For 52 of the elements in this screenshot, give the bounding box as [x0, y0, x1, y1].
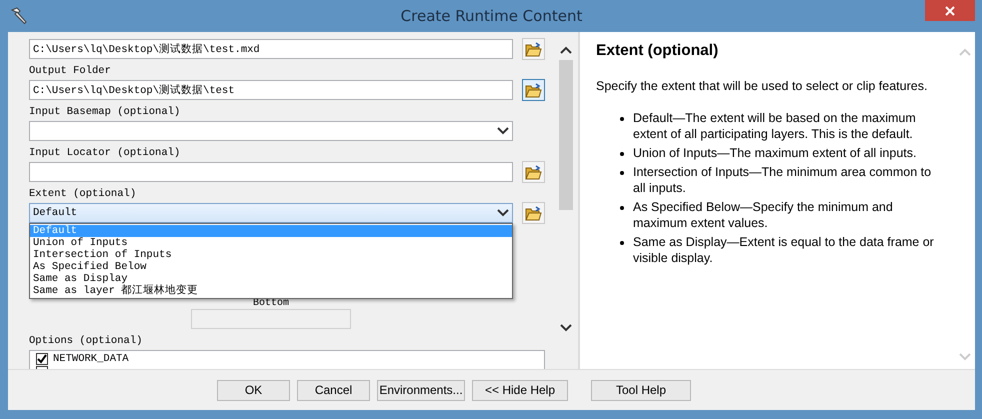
dialog-button[interactable]: Cancel [297, 380, 370, 400]
bullet-icon [620, 206, 624, 210]
help-bullet: Union of Inputs—The maximum extent of all inputs. [633, 145, 916, 161]
bullet-icon [620, 241, 624, 245]
help-bullet: As Specified Below—Specify the minimum and maximum extent values. [633, 199, 894, 231]
dialog-button[interactable]: OK [217, 380, 290, 400]
help-bullet: Default—The extent will be based on the maximum extent of all participating layers. This is the default. [633, 110, 917, 142]
chevron-down-icon[interactable] [497, 209, 509, 217]
bullet-icon [620, 152, 624, 156]
field-label: Options (optional) [29, 334, 144, 348]
chevron-up-icon[interactable] [560, 46, 572, 54]
path-field[interactable]: C:\Users\lq\Desktop\测试数据\test [29, 80, 513, 100]
help-bullet: Intersection of Inputs—The minimum area common to all inputs. [633, 164, 932, 196]
field-label: Bottom [252, 298, 289, 309]
field-label: Input Basemap (optional) [29, 105, 182, 119]
chevron-down-icon[interactable] [560, 324, 572, 332]
chevron-down-icon[interactable] [497, 127, 509, 135]
window-title: Create Runtime Content [400, 7, 584, 25]
dropdown-field[interactable]: Default [29, 203, 513, 223]
close-button[interactable] [925, 0, 975, 21]
dialog-button[interactable]: Tool Help [591, 380, 691, 400]
bullet-icon [620, 117, 624, 121]
folder-icon [525, 164, 542, 180]
dropdown-option[interactable]: Intersection of Inputs [30, 249, 512, 261]
help-bullet: Same as Display—Extent is equal to the data frame or visible display. [633, 234, 935, 266]
field-label: Extent (optional) [29, 187, 138, 201]
dialog-button[interactable]: << Hide Help [472, 380, 568, 400]
browse-button[interactable] [522, 79, 545, 101]
folder-icon [525, 82, 542, 98]
dialog-button[interactable]: Environments... [377, 380, 465, 400]
dropdown-option[interactable]: As Specified Below [30, 261, 512, 273]
coordinate-field[interactable] [191, 309, 351, 329]
bullet-icon [620, 171, 624, 175]
dropdown-option[interactable]: Same as Display [30, 273, 512, 285]
dropdown-field[interactable] [29, 121, 513, 141]
browse-button[interactable] [522, 161, 545, 183]
folder-icon [525, 42, 542, 56]
dropdown-option[interactable]: Same as layer 都江堰林地变更 [30, 285, 512, 297]
help-text: Specify the extent that will be used to select or clip features. [596, 79, 928, 93]
path-field[interactable] [29, 162, 513, 182]
field-label: Input Locator (optional) [29, 146, 182, 160]
browse-button[interactable] [522, 38, 545, 60]
option-label: NETWORK_DATA [53, 352, 129, 364]
dropdown-option[interactable]: Union of Inputs [30, 237, 512, 249]
help-title: Extent (optional) [596, 42, 720, 60]
folder-icon [525, 206, 542, 220]
path-field[interactable]: C:\Users\lq\Desktop\测试数据\test.mxd [29, 39, 513, 59]
browse-button[interactable] [522, 202, 545, 224]
hammer-icon [10, 7, 28, 25]
checkbox[interactable] [36, 352, 48, 364]
field-label: Output Folder [29, 64, 112, 78]
close-icon [945, 6, 955, 16]
